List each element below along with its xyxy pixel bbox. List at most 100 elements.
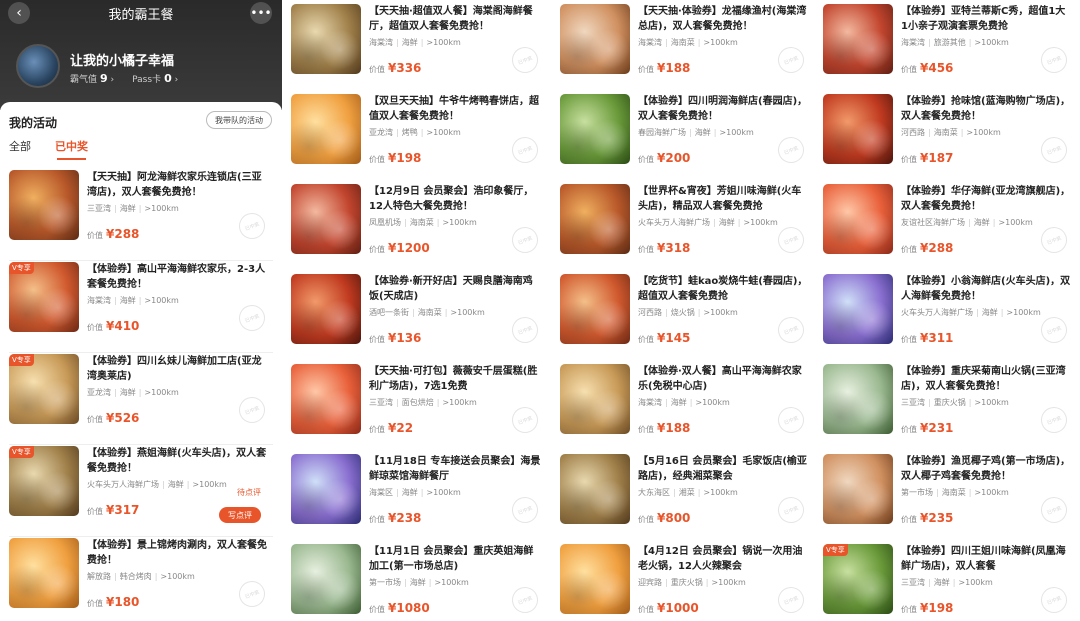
area-label: 河西路 — [638, 308, 662, 317]
won-stamp-icon: 已中奖 — [1037, 313, 1071, 347]
popularity-stat[interactable]: 霸气值 9 › — [70, 72, 114, 85]
food-photo — [560, 364, 630, 434]
activity-title: 【天天抽·超值双人餐】海棠阁海鲜餐厅，超值双人套餐免费抢！ — [369, 6, 533, 32]
activity-card[interactable]: 【体验券】华仔海鲜(亚龙湾旗舰店)，双人套餐免费抢！ 友谊社区海鲜广场 | 海鲜 | >1… — [823, 184, 1075, 275]
activity-price: 价值 ¥235 — [901, 511, 953, 525]
more-button[interactable]: ••• — [250, 2, 272, 24]
write-review-button[interactable]: 写点评 — [219, 507, 261, 523]
food-photo — [291, 184, 361, 254]
activity-card[interactable]: 【体验券】重庆采菊南山火锅(三亚湾店)，双人套餐免费抢！ 三亚湾 | 重庆火锅 | >10… — [823, 364, 1075, 455]
activity-price: 价值 ¥188 — [638, 421, 690, 435]
vip-badge: V专享 — [9, 354, 34, 366]
activity-meta: 大东海区 | 湘菜 | >100km — [638, 487, 738, 498]
activity-title: 【天天抽·可打包】薇薇安千层蛋糕(胜利广场店)，7选1免费 — [369, 366, 538, 392]
activity-card[interactable]: 【天天抽·体验券】龙福缘渔村(海棠湾总店)，双人套餐免费抢！ 海棠湾 | 海南菜 | >1… — [560, 4, 812, 95]
activity-price: 价值 ¥238 — [369, 511, 421, 525]
activity-card[interactable]: 【体验券·双人餐】高山平海海鲜农家乐(免税中心店) 海棠湾 | 海鲜 | >100km 价值… — [560, 364, 812, 455]
price-value: ¥200 — [657, 151, 691, 165]
cuisine-label: 海鲜 — [119, 388, 136, 397]
activity-card[interactable]: 【体验券】渔觅椰子鸡(第一市场店)，双人椰子鸡套餐免费抢！ 第一市场 | 海南菜 | >1… — [823, 454, 1075, 545]
activity-title: 【体验券】华仔海鲜(亚龙湾旗舰店)，双人套餐免费抢！ — [901, 186, 1071, 212]
meta-separator: | — [114, 204, 117, 213]
activity-card[interactable]: 【体验券】四川明润海鲜店(春园店)，双人套餐免费抢！ 春园海鲜广场 | 海鲜 | >100… — [560, 94, 812, 185]
area-label: 海棠湾 — [901, 38, 925, 47]
pass-value: 0 — [164, 72, 172, 85]
price-value: ¥288 — [920, 241, 954, 255]
tab-won[interactable]: 已中奖 — [55, 138, 88, 160]
activity-card[interactable]: V专享 【体验券】四川幺妹儿海鲜加工店(亚龙湾奥莱店) 亚龙湾 | 海鲜 | >100km 价… — [9, 354, 273, 445]
distance-label: >100km — [966, 128, 1001, 137]
meta-separator: | — [396, 488, 399, 497]
activity-card[interactable]: 【5月16日 会员聚会】毛家饭店(榆亚路店)，经典湘菜聚会 大东海区 | 湘菜 | >10… — [560, 454, 812, 545]
activity-card[interactable]: 【11月18日 专车接送会员聚会】海景鲜琼菜馆海鲜餐厅 海棠区 | 海鲜 | >100km… — [291, 454, 546, 545]
meta-separator: | — [689, 398, 693, 407]
activity-card[interactable]: 【体验券】亚特兰蒂斯C秀，超值1大1小亲子观演套票免费抢 海棠湾 | 旅游其他 | >10… — [823, 4, 1075, 95]
distance-label: >100km — [743, 218, 778, 227]
distance-label: >100km — [434, 578, 469, 587]
tab-all[interactable]: 全部 — [9, 138, 31, 158]
meta-separator: | — [404, 578, 407, 587]
price-value: ¥188 — [657, 421, 691, 435]
activity-card[interactable]: V专享 【体验券】燕姐海鲜(火车头店)，双人套餐免费抢！ 火车头万人海鲜广场 | 海鲜 |… — [9, 446, 273, 537]
distance-label: >100km — [160, 572, 195, 581]
distance-label: >100km — [998, 218, 1033, 227]
activity-card[interactable]: 【12月9日 会员聚会】浩印象餐厅，12人特色大餐免费抢！ 凤凰机场 | 海南菜 | >1… — [291, 184, 546, 275]
food-photo: V专享 — [823, 544, 893, 614]
activity-price: 价值 ¥180 — [87, 595, 139, 609]
price-label: 价值 — [87, 415, 103, 424]
team-activity-button[interactable]: 我带队的活动 — [206, 111, 272, 129]
cuisine-label: 海鲜 — [119, 204, 136, 213]
activity-card[interactable]: 【4月12日 会员聚会】锅说一次用油老火锅，12人火辣聚会 迎宾路 | 重庆火锅 | >1… — [560, 544, 812, 621]
food-photo — [823, 184, 893, 254]
won-stamp-icon: 已中奖 — [235, 393, 269, 427]
pass-label: Pass卡 — [132, 75, 162, 85]
activity-card[interactable]: 【天天抽】阿龙海鲜农家乐连锁店(三亚湾店)，双人套餐免费抢！ 三亚湾 | 海鲜 | >10… — [9, 170, 273, 261]
activity-card[interactable]: 【双旦天天抽】牛爷牛烤鸭春饼店，超值双人套餐免费抢！ 亚龙湾 | 烤鸭 | >100km 价… — [291, 94, 546, 185]
cuisine-label: 海鲜 — [694, 128, 711, 137]
price-label: 价值 — [638, 515, 654, 524]
activity-meta: 三亚湾 | 面包烘焙 | >100km — [369, 397, 477, 408]
activity-card[interactable]: 【11月1日 会员聚会】重庆英姐海鲜加工(第一市场总店) 第一市场 | 海鲜 | >100… — [291, 544, 546, 621]
section-title: 我的活动 — [9, 116, 58, 130]
activity-card[interactable]: 【体验券】小翁海鲜店(火车头店)，双人海鲜餐免费抢！ 火车头万人海鲜广场 | 海鲜 | >… — [823, 274, 1075, 365]
distance-label: >100km — [974, 398, 1009, 407]
pass-stat[interactable]: Pass卡 0 › — [132, 72, 178, 85]
area-label: 海棠区 — [369, 488, 393, 497]
activity-card[interactable]: 【体验券】抢味馆(蓝海购物广场店)，双人套餐免费抢！ 河西路 | 海南菜 | >100km… — [823, 94, 1075, 185]
meta-separator: | — [412, 308, 415, 317]
activity-card[interactable]: 【世界杯&宵夜】芳姐川味海鲜(火车头店)，精品双人套餐免费抢 火车头万人海鲜广场 |… — [560, 184, 812, 275]
activity-card[interactable]: 【天天抽·可打包】薇薇安千层蛋糕(胜利广场店)，7选1免费三亚湾 | 面包烘焙 | >1… — [291, 364, 546, 455]
meta-separator: | — [697, 308, 701, 317]
food-photo — [560, 544, 630, 614]
activity-card[interactable]: 【吃货节】蛙kao炭烧牛蛙(春园店)，超值双人套餐免费抢 河西路 | 烧火锅 | >100… — [560, 274, 812, 365]
price-label: 价值 — [87, 231, 103, 240]
won-stamp-icon: 已中奖 — [774, 223, 808, 257]
won-stamp-icon: 已中奖 — [235, 577, 269, 611]
activity-meta: 三亚湾 | 海鲜 | >100km — [901, 577, 993, 588]
price-label: 价值 — [638, 155, 654, 164]
activity-card[interactable]: 【体验券·新开好店】天赐良膳海南鸡饭(天成店) 酒吧一条街 | 海南菜 | >100km 价… — [291, 274, 546, 365]
food-photo — [823, 94, 893, 164]
meta-separator: | — [665, 398, 668, 407]
price-label: 价值 — [369, 65, 385, 74]
price-value: ¥410 — [106, 319, 140, 333]
meta-separator: | — [186, 480, 190, 489]
price-value: ¥22 — [388, 421, 414, 435]
won-stamp-icon: 已中奖 — [1037, 43, 1071, 77]
avatar[interactable] — [16, 44, 60, 88]
food-photo — [291, 364, 361, 434]
activity-meta: 三亚湾 | 重庆火锅 | >100km — [901, 397, 1009, 408]
activity-price: 价值 ¥198 — [369, 151, 421, 165]
cuisine-label: 海南菜 — [670, 38, 695, 47]
distance-label: >100km — [1006, 308, 1041, 317]
activity-card[interactable]: V专享 【体验券】高山平海海鲜农家乐，2-3人套餐免费抢！ 海棠湾 | 海鲜 | >100k… — [9, 262, 273, 353]
activity-meta: 友谊社区海鲜广场 | 海鲜 | >100km — [901, 217, 1033, 228]
cuisine-label: 海鲜 — [401, 38, 418, 47]
activity-title: 【体验券】亚特兰蒂斯C秀，超值1大1小亲子观演套票免费抢 — [901, 6, 1066, 32]
cuisine-label: 海鲜 — [119, 296, 136, 305]
price-label: 价值 — [901, 65, 917, 74]
activity-card[interactable]: 【天天抽·超值双人餐】海棠阁海鲜餐厅，超值双人套餐免费抢！ 海棠湾 | 海鲜 | >100… — [291, 4, 546, 95]
activity-card[interactable]: 【体验券】景上锦烤肉涮肉，双人套餐免费抢！ 解放路 | 韩合烤肉 | >100km 价值 ¥1… — [9, 538, 273, 621]
meta-separator: | — [436, 398, 440, 407]
activity-card[interactable]: V专享 【体验券】四川王姐川味海鲜(凤凰海鲜广场店)，双人套餐 三亚湾 | 海鲜 | >10… — [823, 544, 1075, 621]
